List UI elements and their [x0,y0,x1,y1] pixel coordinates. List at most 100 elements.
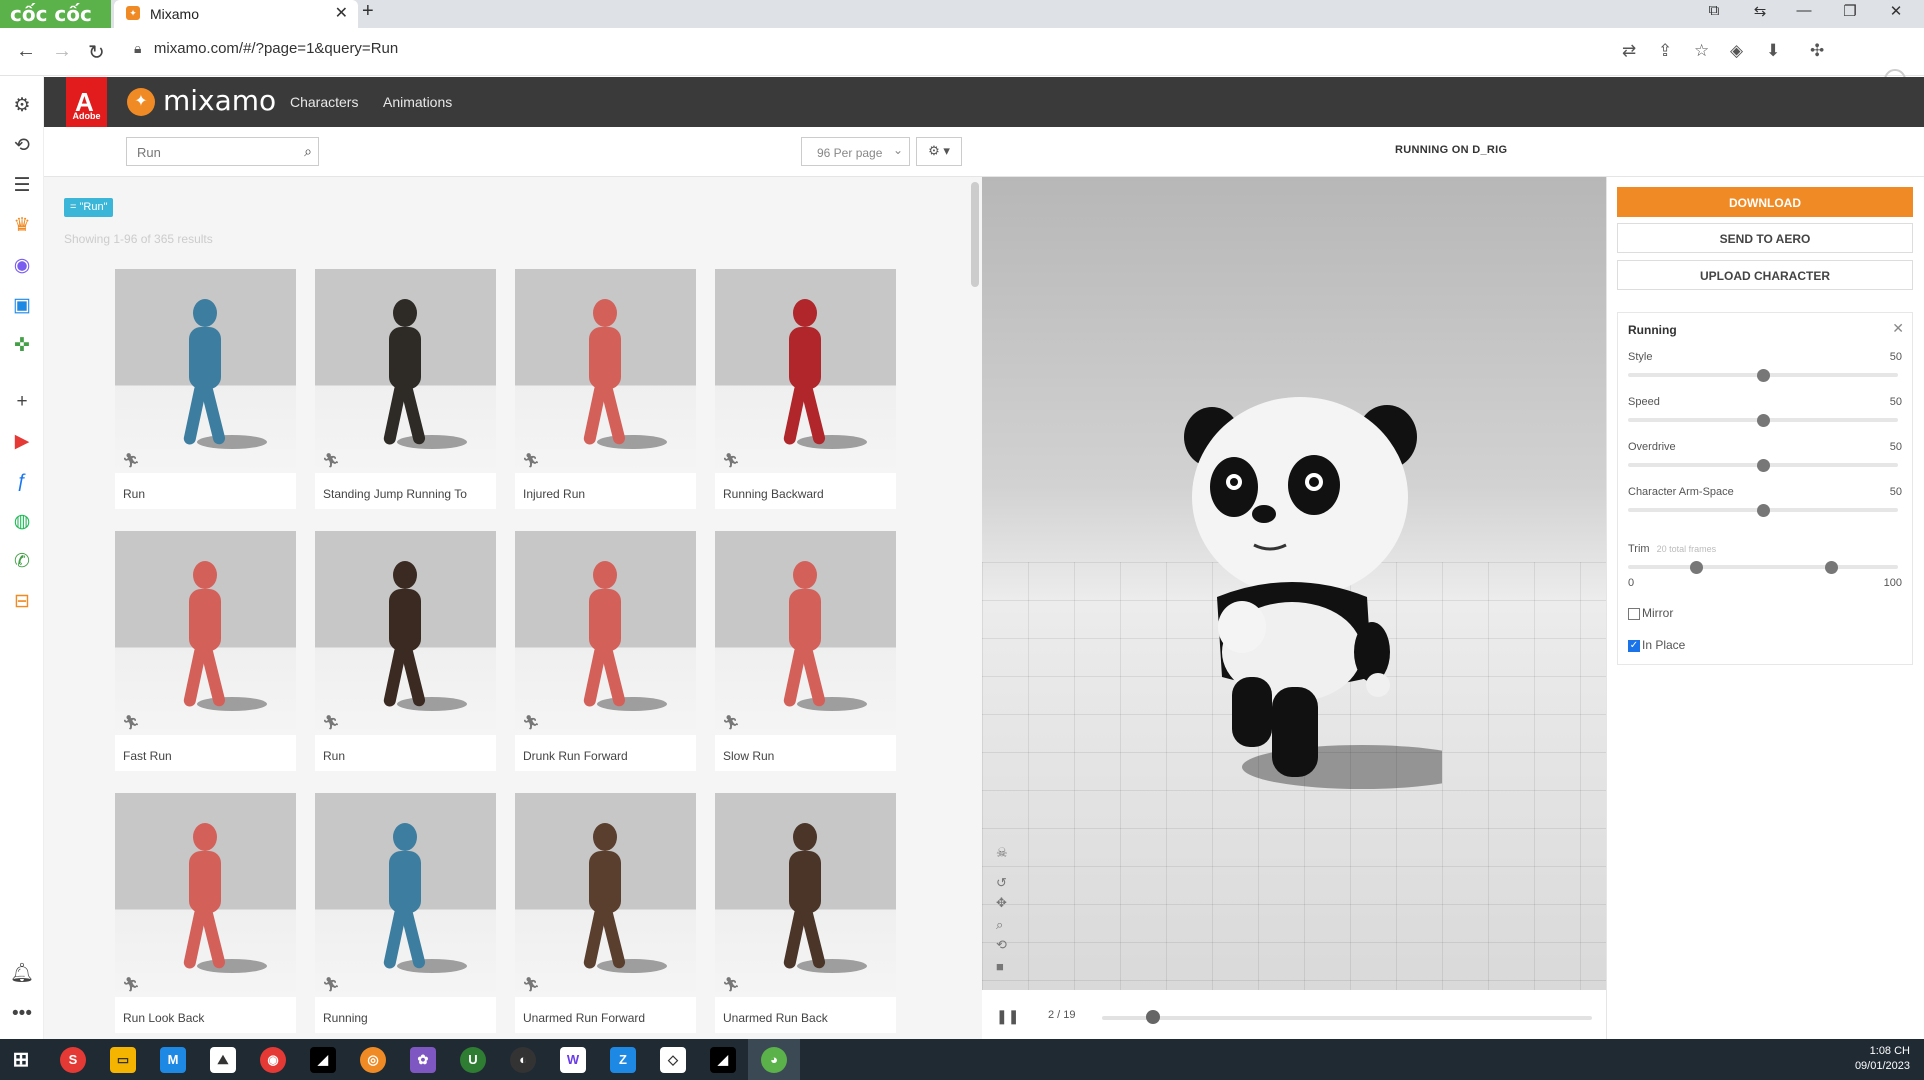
trim-start-handle[interactable] [1689,561,1703,574]
rotate-icon[interactable]: ↺ [996,875,1007,891]
extension-badge-icon[interactable]: ◈ [1730,41,1743,61]
animation-card[interactable]: 🏃︎ Running Backward [715,269,896,509]
reset-view-icon[interactable]: ⟲ [996,937,1007,953]
app-red-icon[interactable]: S [60,1047,86,1073]
trim-track[interactable] [1628,565,1898,569]
mixer-icon[interactable]: ⛰ [210,1047,236,1073]
search-input[interactable]: Run ⌕ [126,137,319,166]
translate-icon[interactable]: ⇄ [1622,41,1636,61]
animation-card[interactable]: 🏃︎ Run [315,531,496,771]
notification-bell-icon[interactable]: 🔔︎ [10,962,34,986]
results-scrollbar[interactable] [971,182,979,287]
windows-start-icon[interactable]: ⊞ [8,1047,34,1073]
file-explorer-icon[interactable]: ▭ [110,1047,136,1073]
in-place-check-box[interactable]: ✓ [1628,639,1640,652]
download-button[interactable]: DOWNLOAD [1617,187,1913,217]
animation-card[interactable]: 🏃︎ Standing Jump Running To [315,269,496,509]
mirror-check-box[interactable] [1628,607,1640,620]
close-icon[interactable]: ✕ [1892,320,1904,337]
mixamo-logo-icon[interactable]: ✦ [127,88,155,116]
tab-close-icon[interactable]: ✕ [335,3,348,23]
add-icon[interactable]: + [10,390,34,414]
chat-icon[interactable]: ✆ [10,550,34,574]
skeleton-icon[interactable]: ☠ [996,845,1008,861]
coccoc-taskbar-icon[interactable]: ◕ [748,1039,800,1080]
more-icon[interactable]: ••• [10,1002,34,1026]
url-field[interactable]: 🔒︎ mixamo.com/#/?page=1&query=Run [134,40,398,58]
unity-hub-icon[interactable]: ◢ [310,1047,336,1073]
pause-icon[interactable]: ❚❚ [996,1008,1019,1025]
minimize-button[interactable]: — [1786,2,1822,19]
animation-card[interactable]: 🏃︎ Unarmed Run Back [715,793,896,1033]
zalo-app-icon[interactable]: Z [610,1047,636,1073]
share-icon[interactable]: ⇪ [1658,41,1672,61]
crown-icon[interactable]: ♛ [10,214,34,238]
animation-card[interactable]: 🏃︎ Fast Run [115,531,296,771]
slider-handle[interactable] [1757,369,1770,382]
unity-editor-icon[interactable]: ◢ [710,1047,736,1073]
puzzle-icon[interactable]: ✣ [1810,41,1824,61]
nav-animations[interactable]: Animations [383,94,452,110]
send-to-aero-button[interactable]: SEND TO AERO [1617,223,1913,253]
unity-icon[interactable]: ◇ [660,1047,686,1073]
youtube-icon[interactable]: ▶ [10,430,34,454]
animation-card[interactable]: 🏃︎ Running [315,793,496,1033]
pan-icon[interactable]: ✥ [996,895,1007,911]
app-logo-icon[interactable]: ✿ [410,1047,436,1073]
maya-icon[interactable]: M [160,1047,186,1073]
nav-characters[interactable]: Characters [290,94,358,110]
bookmark-star-icon[interactable]: ☆ [1694,41,1709,61]
timeline-track[interactable] [1102,1016,1592,1020]
upload-character-button[interactable]: UPLOAD CHARACTER [1617,260,1913,290]
system-clock[interactable]: 1:08 CH 09/01/2023 [1855,1044,1910,1074]
animation-card[interactable]: 🏃︎ Drunk Run Forward [515,531,696,771]
new-tab-button[interactable]: + [362,0,374,23]
search-icon[interactable]: ⌕ [304,143,312,160]
back-forward-icon[interactable]: ⇆ [1742,2,1778,20]
3d-viewport[interactable]: ☠ ↺ ✥ ⌕ ⟲ ■ [982,177,1606,990]
slider-handle[interactable] [1757,459,1770,472]
tab-mixamo[interactable]: ✦ Mixamo ✕ [114,0,358,28]
reload-icon[interactable]: ↻ [88,40,105,65]
animation-card[interactable]: 🏃︎ Run [115,269,296,509]
browser-logo[interactable]: cốc cốc [0,0,111,28]
gamepad-icon[interactable]: ✜ [10,334,34,358]
mixamo-brand[interactable]: mixamo [163,84,276,117]
zalo-icon[interactable]: ▣ [10,294,34,318]
blender-icon[interactable]: ◎ [360,1047,386,1073]
in-place-checkbox[interactable]: ✓ In Place [1628,638,1685,652]
character-figure [577,299,667,449]
close-window-button[interactable]: ✕ [1878,2,1914,20]
query-tag[interactable]: = "Run" [64,198,114,217]
slider-handle[interactable] [1757,504,1770,517]
animation-card[interactable]: 🏃︎ Slow Run [715,531,896,771]
mirror-checkbox[interactable]: Mirror [1628,606,1673,620]
timeline-scrubber[interactable] [1146,1010,1161,1024]
shop-icon[interactable]: ⊟ [10,590,34,614]
animation-card[interactable]: 🏃︎ Injured Run [515,269,696,509]
w-app-icon[interactable]: W [560,1047,586,1073]
github-icon[interactable]: ◐ [510,1047,536,1073]
restore-button[interactable]: ❐ [1832,2,1868,20]
chrome-icon[interactable]: ◉ [260,1047,286,1073]
animation-card[interactable]: 🏃︎ Run Look Back [115,793,296,1033]
spotify-icon[interactable]: ◍ [10,510,34,534]
upwork-icon[interactable]: U [460,1047,486,1073]
download-icon[interactable]: ⬇ [1766,41,1780,61]
settings-gear-icon[interactable]: ⚙ [10,94,34,118]
history-icon[interactable]: ⟲ [10,134,34,158]
options-gear-button[interactable]: ⚙ ▾ [916,137,962,166]
per-page-select[interactable]: 96 Per page ⌄ [801,137,910,166]
back-arrow-icon[interactable]: ← [16,40,36,63]
messenger-icon[interactable]: ◉ [10,254,34,278]
camera-icon[interactable]: ■ [996,959,1004,974]
zoom-icon[interactable]: ⌕ [996,917,1003,933]
facebook-icon[interactable]: ƒ [10,470,34,494]
tab-search-icon[interactable]: ⧉ [1696,2,1732,19]
slider-handle[interactable] [1757,414,1770,427]
reading-list-icon[interactable]: ☰ [10,174,34,198]
forward-arrow-icon[interactable]: → [52,40,72,63]
animation-card-label: Drunk Run Forward [523,749,628,763]
animation-card[interactable]: 🏃︎ Unarmed Run Forward [515,793,696,1033]
trim-end-handle[interactable] [1824,561,1838,574]
